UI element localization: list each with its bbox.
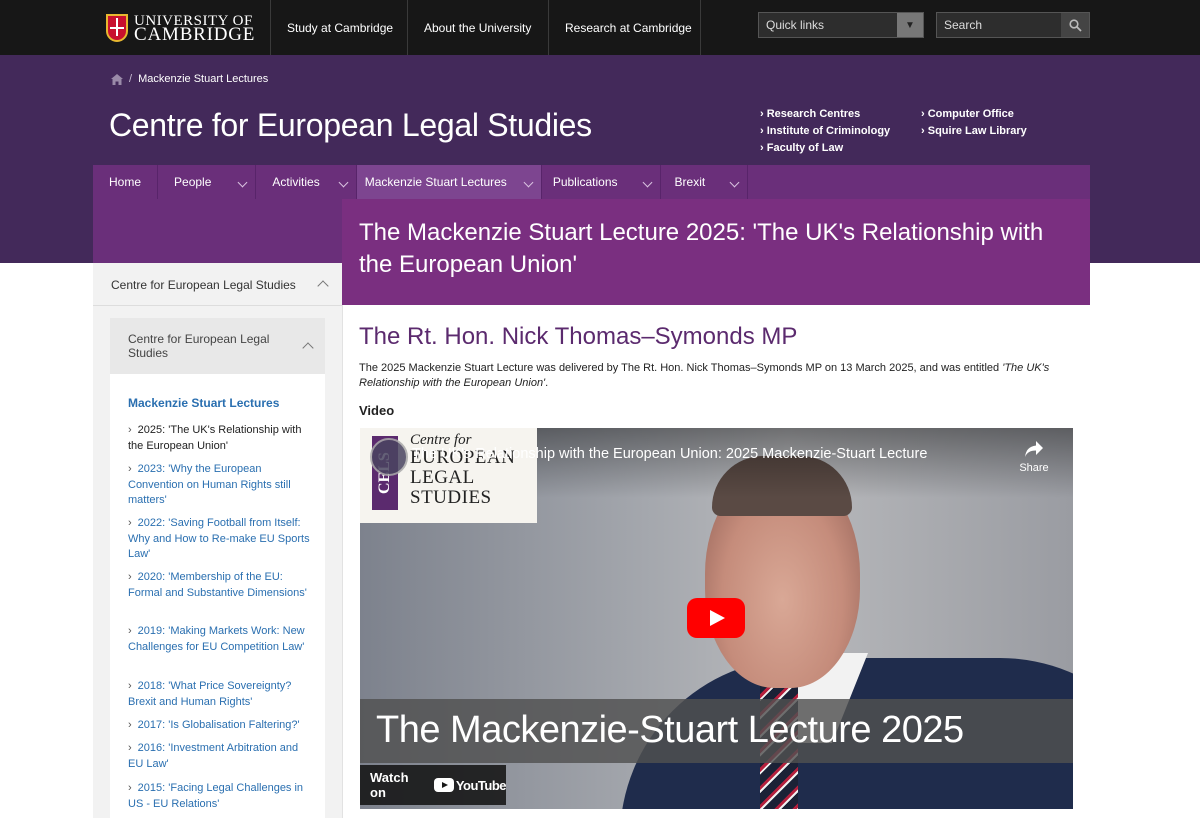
video-label: Video (359, 403, 395, 418)
chevron-down-icon[interactable] (237, 177, 248, 188)
channel-avatar[interactable] (370, 438, 408, 476)
nav-brexit[interactable]: Brexit (661, 165, 749, 199)
dropdown-arrow-icon[interactable]: ▼ (897, 13, 923, 37)
university-logo[interactable]: UNIVERSITY OF CAMBRIDGE (106, 11, 255, 45)
nav-activities[interactable]: Activities (256, 165, 357, 199)
chevron-right-icon: › (128, 742, 132, 754)
sidebar: Centre for European Legal Studies Centre… (93, 263, 342, 818)
nav-publications-label: Publications (552, 175, 618, 189)
sidebar-list: Mackenzie Stuart Lectures › 2025: 'The UK… (110, 374, 325, 818)
quick-links-label: Quick links (766, 18, 825, 32)
nav-publications[interactable]: Publications (542, 165, 661, 199)
chevron-right-icon: › (128, 680, 132, 692)
watch-on-youtube-button[interactable]: Watch on YouTube (360, 765, 507, 805)
site-title[interactable]: Centre for European Legal Studies (109, 107, 592, 144)
sidebar-item-2019[interactable]: › 2019: 'Making Markets Work: New Challen… (128, 624, 313, 655)
link-computer-office[interactable]: Computer Office (921, 108, 1014, 120)
sidebar-subheading[interactable]: Centre for European Legal Studies (110, 318, 325, 374)
video-overlay-title: The Mackenzie-Stuart Lecture 2025 (376, 709, 964, 751)
share-label: Share (1019, 462, 1049, 474)
link-squire-law-library[interactable]: Squire Law Library (921, 125, 1027, 137)
page-title: The Mackenzie Stuart Lecture 2025: 'The … (359, 219, 1044, 278)
watch-on-label: Watch on (370, 770, 409, 800)
link-institute-of-criminology[interactable]: Institute of Criminology (760, 125, 890, 137)
sidebar-item-2018[interactable]: › 2018: 'What Price Sovereignty? Brexit a… (128, 679, 313, 710)
search-button[interactable] (1061, 13, 1089, 37)
chevron-right-icon: › (128, 782, 132, 794)
sidebar-current-section[interactable]: Mackenzie Stuart Lectures (128, 396, 279, 410)
chevron-down-icon[interactable] (338, 177, 349, 188)
video-title[interactable]: The UK's Relationship with the European … (412, 446, 927, 462)
section-nav: Home People Activities Mackenzie Stuart … (93, 165, 1090, 199)
sidebar-item-2020[interactable]: › 2020: 'Membership of the EU: Formal and… (128, 570, 313, 601)
topnav-research[interactable]: Research at Cambridge (548, 0, 701, 55)
topnav-study[interactable]: Study at Cambridge (270, 0, 407, 55)
chevron-right-icon: › (128, 424, 132, 436)
search-icon (1068, 18, 1082, 32)
link-research-centres[interactable]: Research Centres (760, 108, 861, 120)
divider (342, 305, 343, 818)
sidebar-subheading-label: Centre for European Legal Studies (128, 332, 270, 360)
sidebar-heading[interactable]: Centre for European Legal Studies (93, 263, 342, 306)
chevron-up-icon[interactable] (302, 342, 314, 354)
lecture-speaker-heading: The Rt. Hon. Nick Thomas–Symonds MP (359, 323, 798, 350)
top-bar: UNIVERSITY OF CAMBRIDGE Study at Cambrid… (0, 0, 1200, 55)
sidebar-item-2015[interactable]: › 2015: 'Facing Legal Challenges in US - … (128, 781, 313, 812)
search-input[interactable]: Search (936, 12, 1090, 38)
link-faculty-of-law[interactable]: Faculty of Law (760, 142, 843, 154)
chevron-down-icon[interactable] (729, 177, 740, 188)
sidebar-item-2023[interactable]: › 2023: 'Why the European Convention on H… (128, 462, 313, 509)
nav-people[interactable]: People (158, 165, 257, 199)
nav-mackenzie-stuart-lectures[interactable]: Mackenzie Stuart Lectures (356, 165, 542, 199)
nav-mackenzie-label: Mackenzie Stuart Lectures (364, 175, 507, 189)
chevron-right-icon: › (128, 463, 132, 475)
sidebar-heading-label: Centre for European Legal Studies (111, 278, 296, 292)
breadcrumb-current[interactable]: Mackenzie Stuart Lectures (138, 73, 268, 85)
sidebar-item-2016[interactable]: › 2016: 'Investment Arbitration and EU La… (128, 741, 313, 772)
chevron-down-icon[interactable] (642, 177, 652, 188)
intro-text: The 2025 Mackenzie Stuart Lecture was de… (359, 362, 1050, 389)
nav-brexit-label: Brexit (674, 175, 706, 189)
chevron-down-icon[interactable] (523, 177, 534, 188)
nav-people-label: People (174, 175, 212, 189)
crest-icon (106, 14, 128, 42)
home-icon[interactable] (111, 73, 123, 85)
video-player[interactable]: CELS Centre for EUROPEAN LEGAL STUDIES T… (360, 428, 1073, 809)
youtube-icon (433, 778, 454, 792)
nav-home[interactable]: Home (93, 165, 159, 199)
nav-activities-label: Activities (272, 175, 320, 189)
breadcrumb: / Mackenzie Stuart Lectures (111, 73, 268, 85)
logo-line2: CAMBRIDGE (134, 24, 256, 45)
chevron-right-icon: › (128, 571, 132, 583)
chevron-right-icon: › (128, 517, 132, 529)
chevron-up-icon[interactable] (317, 280, 329, 292)
share-icon (1025, 441, 1043, 457)
search-placeholder: Search (944, 18, 983, 32)
sidebar-item-2025[interactable]: › 2025: 'The UK's Relationship with the E… (128, 423, 313, 454)
quick-links-select[interactable]: Quick links ▼ (758, 12, 924, 38)
sidebar-item-2017[interactable]: › 2017: 'Is Globalisation Faltering?' (128, 718, 313, 734)
chevron-right-icon: › (128, 719, 132, 731)
sidebar-item-2022[interactable]: › 2022: 'Saving Football from Itself: Why… (128, 516, 313, 563)
chevron-right-icon: › (128, 625, 132, 637)
share-button[interactable]: Share (1015, 440, 1053, 474)
youtube-logo: YouTube (433, 778, 507, 793)
play-button[interactable] (687, 598, 745, 638)
topnav-about[interactable]: About the University (407, 0, 548, 55)
